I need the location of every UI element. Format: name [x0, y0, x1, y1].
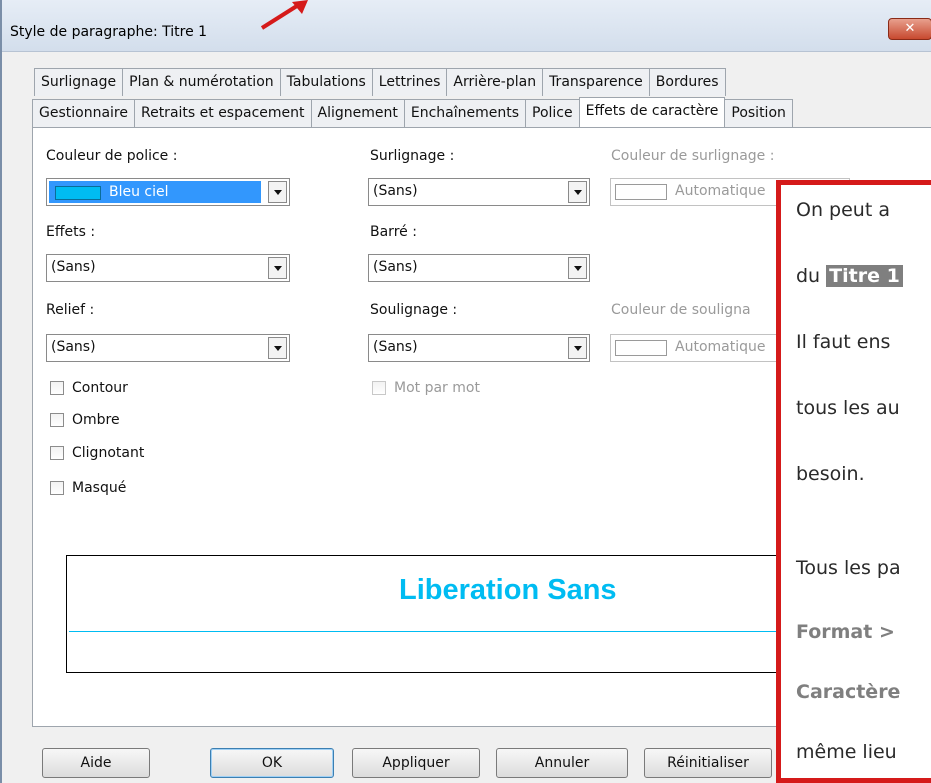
- chevron-down-icon[interactable]: [568, 337, 587, 359]
- checkbox-icon[interactable]: [372, 381, 386, 395]
- overline-label: Surlignage :: [370, 148, 455, 164]
- shadow-checkbox[interactable]: Ombre: [50, 412, 120, 428]
- ok-button[interactable]: OK: [210, 748, 334, 778]
- callout-line-2-prefix: du: [796, 265, 827, 287]
- tab-enchainements[interactable]: Enchaînements: [403, 99, 526, 127]
- relief-label: Relief :: [46, 302, 95, 318]
- overline-value: (Sans): [373, 183, 418, 199]
- underline-value: (Sans): [373, 339, 418, 355]
- tab-alignement[interactable]: Alignement: [310, 99, 405, 127]
- callout-line-9: même lieu: [796, 741, 897, 763]
- strikethrough-select[interactable]: (Sans): [368, 254, 590, 282]
- tab-tabulations[interactable]: Tabulations: [279, 68, 373, 96]
- tab-gestionnaire[interactable]: Gestionnaire: [32, 99, 135, 127]
- callout-line-7: Format >: [796, 621, 895, 643]
- font-color-selection: Bleu ciel: [49, 181, 261, 203]
- tab-police[interactable]: Police: [525, 99, 580, 127]
- callout-line-6: Tous les pa: [796, 557, 901, 579]
- contour-label: Contour: [72, 380, 128, 396]
- annotation-arrow-icon: [260, 0, 308, 30]
- close-icon: ✕: [904, 21, 916, 36]
- checkbox-icon[interactable]: [50, 413, 64, 427]
- callout-line-1: On peut a: [796, 199, 890, 221]
- blink-label: Clignotant: [72, 445, 145, 461]
- effects-label: Effets :: [46, 224, 96, 240]
- dialog-title: Style de paragraphe: Titre 1: [10, 24, 208, 40]
- preview-text: Liberation Sans: [397, 574, 619, 607]
- overline-color-label: Couleur de surlignage :: [611, 148, 775, 164]
- callout-highlight: Titre 1: [826, 265, 903, 287]
- title-bar: Style de paragraphe: Titre 1 ✕: [2, 0, 931, 52]
- strikethrough-label: Barré :: [370, 224, 417, 240]
- word-by-word-label: Mot par mot: [394, 380, 480, 396]
- relief-value: (Sans): [51, 339, 96, 355]
- font-color-value: Bleu ciel: [109, 184, 169, 200]
- chevron-down-icon[interactable]: [268, 181, 287, 203]
- strikethrough-value: (Sans): [373, 259, 418, 275]
- annotation-callout: On peut a du Titre 1 Il faut ens tous le…: [776, 180, 931, 783]
- tab-retraits-espacement[interactable]: Retraits et espacement: [133, 99, 312, 127]
- hidden-checkbox[interactable]: Masqué: [50, 480, 126, 496]
- help-button[interactable]: Aide: [42, 748, 150, 778]
- tab-transparence[interactable]: Transparence: [542, 68, 650, 96]
- color-swatch: [55, 186, 101, 200]
- blink-checkbox[interactable]: Clignotant: [50, 445, 144, 461]
- effects-select[interactable]: (Sans): [46, 254, 290, 282]
- chevron-down-icon[interactable]: [268, 337, 287, 359]
- close-button[interactable]: ✕: [888, 18, 931, 40]
- overline-color-value: Automatique: [675, 183, 766, 199]
- preview-baseline: [69, 631, 869, 632]
- cancel-button[interactable]: Annuler: [496, 748, 628, 778]
- chevron-down-icon[interactable]: [568, 181, 587, 203]
- overline-select[interactable]: (Sans): [368, 178, 590, 206]
- tab-position[interactable]: Position: [724, 99, 793, 127]
- callout-line-5: besoin.: [796, 463, 865, 485]
- callout-line-2: du Titre 1: [796, 265, 903, 287]
- tab-arriere-plan[interactable]: Arrière-plan: [446, 68, 544, 96]
- tab-effets-caractere[interactable]: Effets de caractère: [578, 97, 726, 127]
- checkbox-icon[interactable]: [50, 381, 64, 395]
- reset-button[interactable]: Réinitialiser: [644, 748, 772, 778]
- callout-line-3: Il faut ens: [796, 331, 891, 353]
- underline-color-value: Automatique: [675, 339, 766, 355]
- tab-bordures[interactable]: Bordures: [648, 68, 726, 96]
- effects-value: (Sans): [51, 259, 96, 275]
- relief-select[interactable]: (Sans): [46, 334, 290, 362]
- color-swatch: [615, 340, 667, 356]
- checkbox-icon[interactable]: [50, 446, 64, 460]
- contour-checkbox[interactable]: Contour: [50, 380, 128, 396]
- underline-label: Soulignage :: [370, 302, 458, 318]
- checkbox-icon[interactable]: [50, 481, 64, 495]
- chevron-down-icon[interactable]: [568, 257, 587, 279]
- tab-surlignage[interactable]: Surlignage: [34, 68, 124, 96]
- font-color-select[interactable]: Bleu ciel: [46, 178, 290, 206]
- callout-line-8: Caractère: [796, 681, 901, 703]
- font-color-label: Couleur de police :: [46, 148, 178, 164]
- callout-line-4: tous les au: [796, 397, 900, 419]
- paragraph-style-dialog: Style de paragraphe: Titre 1 ✕ Surlignag…: [0, 0, 931, 783]
- underline-color-label: Couleur de souligna: [611, 302, 751, 318]
- tab-row-1: Surlignage Plan & numérotation Tabulatio…: [34, 68, 726, 96]
- shadow-label: Ombre: [72, 412, 120, 428]
- tab-row-2: Gestionnaire Retraits et espacement Alig…: [32, 97, 793, 127]
- color-swatch: [615, 184, 667, 200]
- chevron-down-icon[interactable]: [268, 257, 287, 279]
- underline-select[interactable]: (Sans): [368, 334, 590, 362]
- tab-plan-numerotation[interactable]: Plan & numérotation: [122, 68, 281, 96]
- apply-button[interactable]: Appliquer: [352, 748, 480, 778]
- word-by-word-checkbox[interactable]: Mot par mot: [372, 380, 480, 396]
- hidden-label: Masqué: [72, 480, 127, 496]
- tab-lettrines[interactable]: Lettrines: [371, 68, 448, 96]
